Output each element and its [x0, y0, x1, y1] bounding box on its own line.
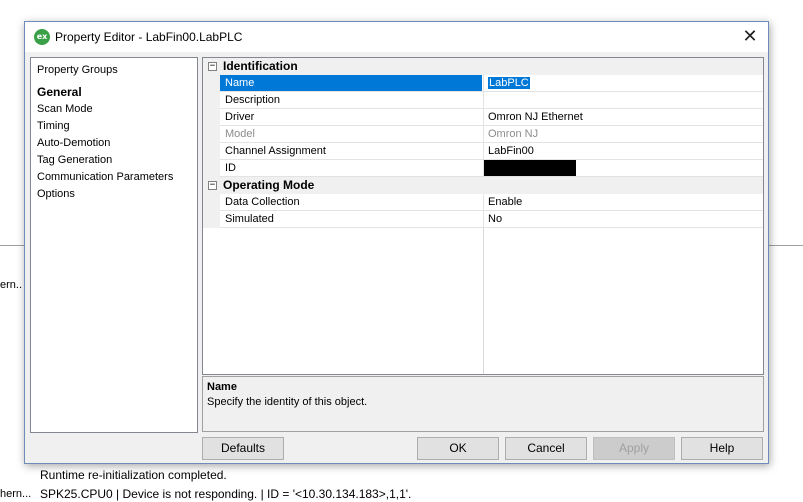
property-name: Description: [225, 94, 281, 106]
event-log-line-1: Runtime re-initialization completed.: [40, 468, 227, 482]
selected-text: LabPLC: [488, 77, 530, 89]
category-label: Identification: [223, 59, 298, 73]
property-row-name[interactable]: Name LabPLC: [203, 75, 763, 92]
title-bar[interactable]: ex Property Editor - LabFin00.LabPLC ✕: [25, 22, 768, 52]
property-row-id[interactable]: ID: [203, 160, 763, 177]
property-row-simulated[interactable]: Simulated No: [203, 211, 763, 228]
group-item-timing[interactable]: Timing: [37, 118, 173, 135]
property-editor-dialog: ex Property Editor - LabFin00.LabPLC ✕ P…: [24, 21, 769, 464]
group-item-communication-parameters[interactable]: Communication Parameters: [37, 169, 173, 186]
property-value-input[interactable]: LabPLC: [483, 75, 763, 91]
property-row-description[interactable]: Description: [203, 92, 763, 109]
background-truncated-text-2: hern...: [0, 488, 32, 500]
property-row-data-collection[interactable]: Data Collection Enable: [203, 194, 763, 211]
collapse-icon[interactable]: −: [208, 181, 217, 190]
background-truncated-text: ern..: [0, 279, 23, 291]
property-row-model: Model Omron NJ: [203, 126, 763, 143]
property-value[interactable]: LabFin00: [483, 143, 763, 159]
property-grid: − Identification Name LabPLC Description…: [202, 57, 764, 375]
category-label: Operating Mode: [223, 178, 315, 192]
group-item-tag-generation[interactable]: Tag Generation: [37, 152, 173, 169]
property-groups-panel: Property Groups General Scan Mode Timing…: [30, 57, 198, 433]
column-divider[interactable]: [483, 228, 484, 374]
close-icon[interactable]: ✕: [738, 26, 762, 48]
background-divider-right: [769, 245, 803, 246]
property-name: Channel Assignment: [225, 145, 326, 157]
property-name: ID: [225, 162, 236, 174]
collapse-icon[interactable]: −: [208, 62, 217, 71]
help-button[interactable]: Help: [681, 437, 763, 460]
property-value[interactable]: Omron NJ Ethernet: [483, 109, 763, 125]
apply-button[interactable]: Apply: [593, 437, 675, 460]
app-icon: ex: [34, 29, 50, 45]
category-operating-mode: − Operating Mode: [203, 177, 763, 194]
event-log-line-2: SPK25.CPU0 | Device is not responding. |…: [40, 487, 412, 501]
property-name: Data Collection: [225, 196, 300, 208]
property-value[interactable]: [483, 160, 763, 176]
property-name: Simulated: [225, 213, 274, 225]
redacted-value: [484, 160, 576, 176]
window-title: Property Editor - LabFin00.LabPLC: [55, 30, 243, 44]
defaults-button[interactable]: Defaults: [202, 437, 284, 460]
background-divider-left: [0, 245, 24, 246]
group-item-options[interactable]: Options: [37, 186, 173, 203]
description-title: Name: [207, 381, 237, 393]
group-item-scan-mode[interactable]: Scan Mode: [37, 101, 173, 118]
cancel-button[interactable]: Cancel: [505, 437, 587, 460]
property-groups-list: General Scan Mode Timing Auto-Demotion T…: [37, 84, 173, 203]
property-row-channel-assignment[interactable]: Channel Assignment LabFin00: [203, 143, 763, 160]
category-identification: − Identification: [203, 58, 763, 75]
property-groups-title: Property Groups: [37, 64, 118, 76]
property-value: Omron NJ: [483, 126, 763, 142]
description-panel: Name Specify the identity of this object…: [202, 376, 764, 432]
description-text: Specify the identity of this object.: [207, 396, 368, 408]
property-name: Model: [225, 128, 255, 140]
ok-button[interactable]: OK: [417, 437, 499, 460]
property-row-driver[interactable]: Driver Omron NJ Ethernet: [203, 109, 763, 126]
property-value[interactable]: No: [483, 211, 763, 227]
property-value[interactable]: Enable: [483, 194, 763, 210]
group-item-auto-demotion[interactable]: Auto-Demotion: [37, 135, 173, 152]
property-name: Driver: [225, 111, 255, 123]
property-value[interactable]: [483, 92, 763, 108]
property-name: Name: [220, 75, 482, 91]
group-item-general[interactable]: General: [37, 84, 173, 101]
